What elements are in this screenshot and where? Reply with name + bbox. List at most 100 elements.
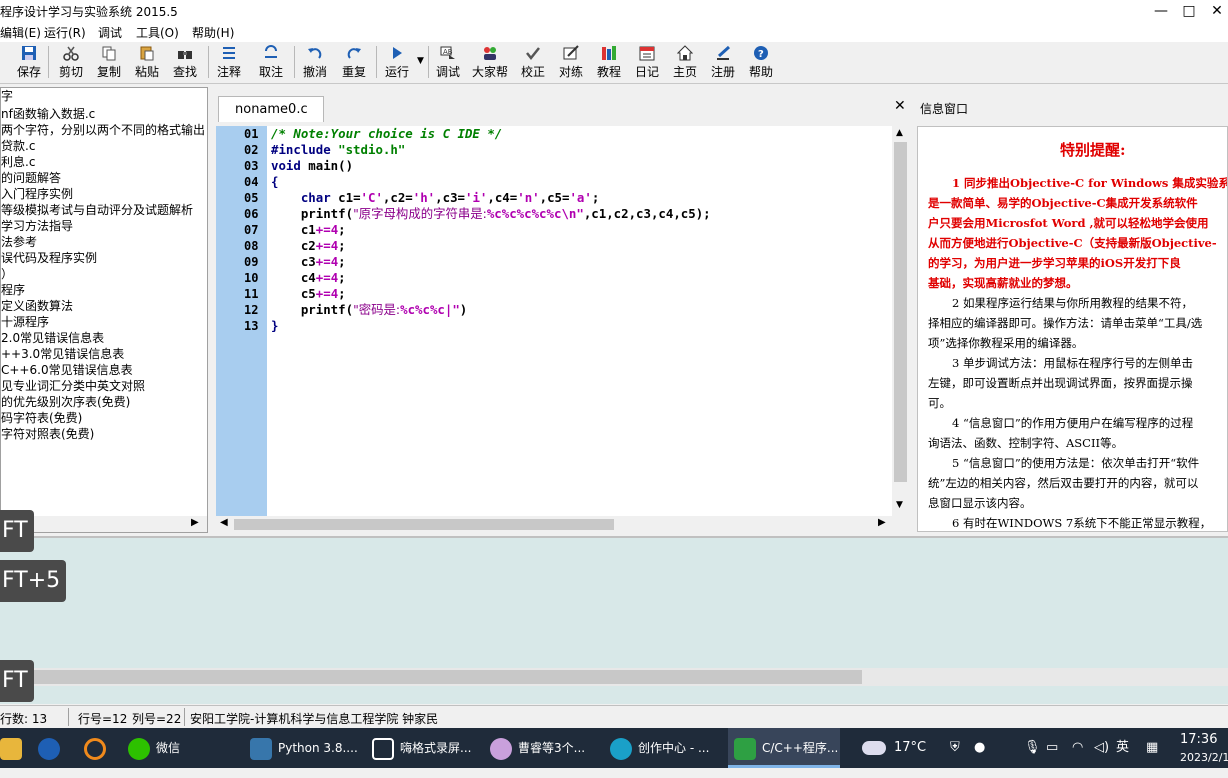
- tree-item[interactable]: 两个字符，分别以两个不同的格式输出: [1, 122, 205, 138]
- check-button[interactable]: 校正: [518, 42, 548, 82]
- edge-icon: [610, 737, 632, 760]
- tree-item[interactable]: nf函数输入数据.c: [1, 106, 95, 122]
- tree-item[interactable]: ）: [1, 266, 13, 282]
- menu-debug[interactable]: 调试: [98, 24, 122, 41]
- tree-item[interactable]: 码字符表(免费): [1, 410, 82, 426]
- scroll-thumb[interactable]: [0, 670, 862, 684]
- tree-item[interactable]: 程序: [1, 282, 25, 298]
- tree-item[interactable]: 的优先级别次序表(免费): [1, 394, 130, 410]
- cut-button[interactable]: 剪切: [56, 42, 86, 82]
- tree-item[interactable]: 利息.c: [1, 154, 35, 170]
- find-button[interactable]: 查找: [170, 42, 200, 82]
- taskbar-recorder[interactable]: 嗨格式录屏...: [372, 728, 472, 768]
- toolbar-separator: [428, 46, 429, 78]
- tree-item[interactable]: 2.0常见错误信息表: [1, 330, 104, 346]
- wifi-icon[interactable]: ◠: [1072, 728, 1083, 768]
- tree-item[interactable]: 等级模拟考试与自动评分及试题解析: [1, 202, 193, 218]
- practice-button[interactable]: 对练: [556, 42, 586, 82]
- comment-button[interactable]: 注释: [214, 42, 244, 82]
- line-number: 01: [244, 127, 259, 141]
- copy-button[interactable]: 复制: [94, 42, 124, 82]
- info-text: 息窗口显示该内容。: [928, 496, 1032, 510]
- tree-item[interactable]: ++3.0常见错误信息表: [1, 346, 124, 362]
- tree-item[interactable]: 误代码及程序实例: [1, 250, 97, 266]
- tree-item[interactable]: 的问题解答: [1, 170, 61, 186]
- paste-icon: [140, 46, 154, 61]
- microphone-icon[interactable]: 🎙: [1024, 728, 1041, 768]
- keyboard-icon[interactable]: ▦: [1146, 728, 1158, 768]
- taskbar-c-ide[interactable]: C/C++程序...: [728, 728, 840, 768]
- tree-item[interactable]: 字符对照表(免费): [1, 426, 94, 442]
- taskbar-wechat[interactable]: 微信: [128, 728, 228, 768]
- scroll-thumb[interactable]: [234, 519, 614, 530]
- taskbar: 微信 Python 3.8.... 嗨格式录屏... 曹睿等3个... 创作中心…: [0, 728, 1228, 768]
- tutorial-button[interactable]: 教程: [594, 42, 624, 82]
- penguin-icon[interactable]: ●: [974, 728, 985, 768]
- editor-vertical-scrollbar[interactable]: ▲ ▼: [892, 126, 909, 516]
- tree-item[interactable]: 定义函数算法: [1, 298, 73, 314]
- weather-widget[interactable]: 17°C: [862, 728, 926, 768]
- tree-item[interactable]: 见专业词汇分类中英文对照: [1, 378, 145, 394]
- help-community-icon: [484, 47, 496, 60]
- info-text: 可。: [928, 396, 951, 410]
- clock-date[interactable]: 2023/2/1: [1180, 738, 1228, 778]
- run-dropdown-chevron-icon[interactable]: ▼: [417, 56, 424, 66]
- tab-noname0[interactable]: noname0.c: [218, 96, 324, 122]
- scroll-right-icon[interactable]: ▶: [878, 517, 886, 528]
- window-title: 程序设计学习与实验系统 2015.5: [0, 5, 178, 19]
- scroll-down-icon[interactable]: ▼: [896, 500, 903, 510]
- info-text: 统”左边的相关内容，然后双击要打开的内容，就可以: [928, 476, 1199, 490]
- community-help-button[interactable]: 大家帮: [470, 42, 510, 82]
- menu-run[interactable]: 运行(R): [44, 24, 86, 41]
- tree-item[interactable]: 十源程序: [1, 314, 49, 330]
- undo-icon: [308, 48, 322, 59]
- redo-button[interactable]: 重复: [339, 42, 369, 82]
- shield-icon[interactable]: ⛨: [950, 728, 960, 768]
- close-button[interactable]: ✕: [1194, 0, 1228, 22]
- undo-button[interactable]: 撤消: [300, 42, 330, 82]
- debug-button[interactable]: AB 调试: [433, 42, 463, 82]
- tree-item[interactable]: 法参考: [1, 234, 37, 250]
- register-button[interactable]: 注册: [708, 42, 738, 82]
- menu-edit[interactable]: 编辑(E): [0, 24, 41, 41]
- search-button[interactable]: [84, 728, 110, 768]
- practice-icon: [563, 45, 579, 60]
- key-overlay: FT: [0, 510, 34, 552]
- taskbar-chat[interactable]: 曹睿等3个...: [490, 728, 590, 768]
- line-number-gutter[interactable]: 01 02 03 04 05 06 07 08 09 10 11 12 13: [216, 126, 267, 516]
- paste-button[interactable]: 粘贴: [132, 42, 162, 82]
- menu-help[interactable]: 帮助(H): [192, 24, 234, 41]
- status-bar: 行数: 13 行号=12 列号=22 安阳工学院-计算机科学与信息工程学院 钟家…: [0, 705, 1228, 727]
- output-horizontal-scrollbar[interactable]: [0, 668, 1228, 686]
- menu-tools[interactable]: 工具(O): [136, 24, 179, 41]
- info-text: 1 同步推出Objective-C for Windows 集成实验系: [952, 176, 1228, 190]
- ime-indicator[interactable]: 英: [1116, 728, 1129, 768]
- close-tab-icon[interactable]: ✕: [894, 98, 906, 114]
- status-organization: 安阳工学院-计算机科学与信息工程学院 钟家民: [190, 712, 439, 726]
- home-button[interactable]: 主页: [670, 42, 700, 82]
- app-button[interactable]: [38, 728, 64, 768]
- scroll-up-icon[interactable]: ▲: [896, 128, 903, 138]
- tree-item[interactable]: 入门程序实例: [1, 186, 73, 202]
- help-button[interactable]: ? 帮助: [746, 42, 776, 82]
- scroll-right-icon[interactable]: ▶: [191, 517, 199, 528]
- save-button[interactable]: 保存: [14, 42, 44, 82]
- scroll-left-icon[interactable]: ◀: [220, 517, 228, 528]
- line-number: 12: [244, 303, 259, 317]
- diary-button[interactable]: 日记: [632, 42, 662, 82]
- run-button[interactable]: 运行: [382, 42, 412, 82]
- tree-item[interactable]: 字: [1, 88, 13, 104]
- title-bar: 程序设计学习与实验系统 2015.5 — □ ✕: [0, 0, 1228, 22]
- taskbar-python[interactable]: Python 3.8....: [250, 728, 358, 768]
- battery-icon[interactable]: ▭: [1046, 728, 1058, 768]
- tree-item[interactable]: 学习方法指导: [1, 218, 73, 234]
- uncomment-button[interactable]: 取注: [256, 42, 286, 82]
- tree-item[interactable]: 贷款.c: [1, 138, 35, 154]
- editor-horizontal-scrollbar[interactable]: ◀ ▶: [216, 516, 892, 532]
- volume-icon[interactable]: ◁): [1094, 728, 1109, 768]
- code-editor[interactable]: /* Note:Your choice is C IDE */ #include…: [267, 126, 893, 516]
- scroll-thumb[interactable]: [894, 142, 907, 482]
- taskbar-edge[interactable]: 创作中心 - ...: [610, 728, 714, 768]
- file-explorer-button[interactable]: [0, 728, 22, 768]
- tree-item[interactable]: C++6.0常见错误信息表: [1, 362, 133, 378]
